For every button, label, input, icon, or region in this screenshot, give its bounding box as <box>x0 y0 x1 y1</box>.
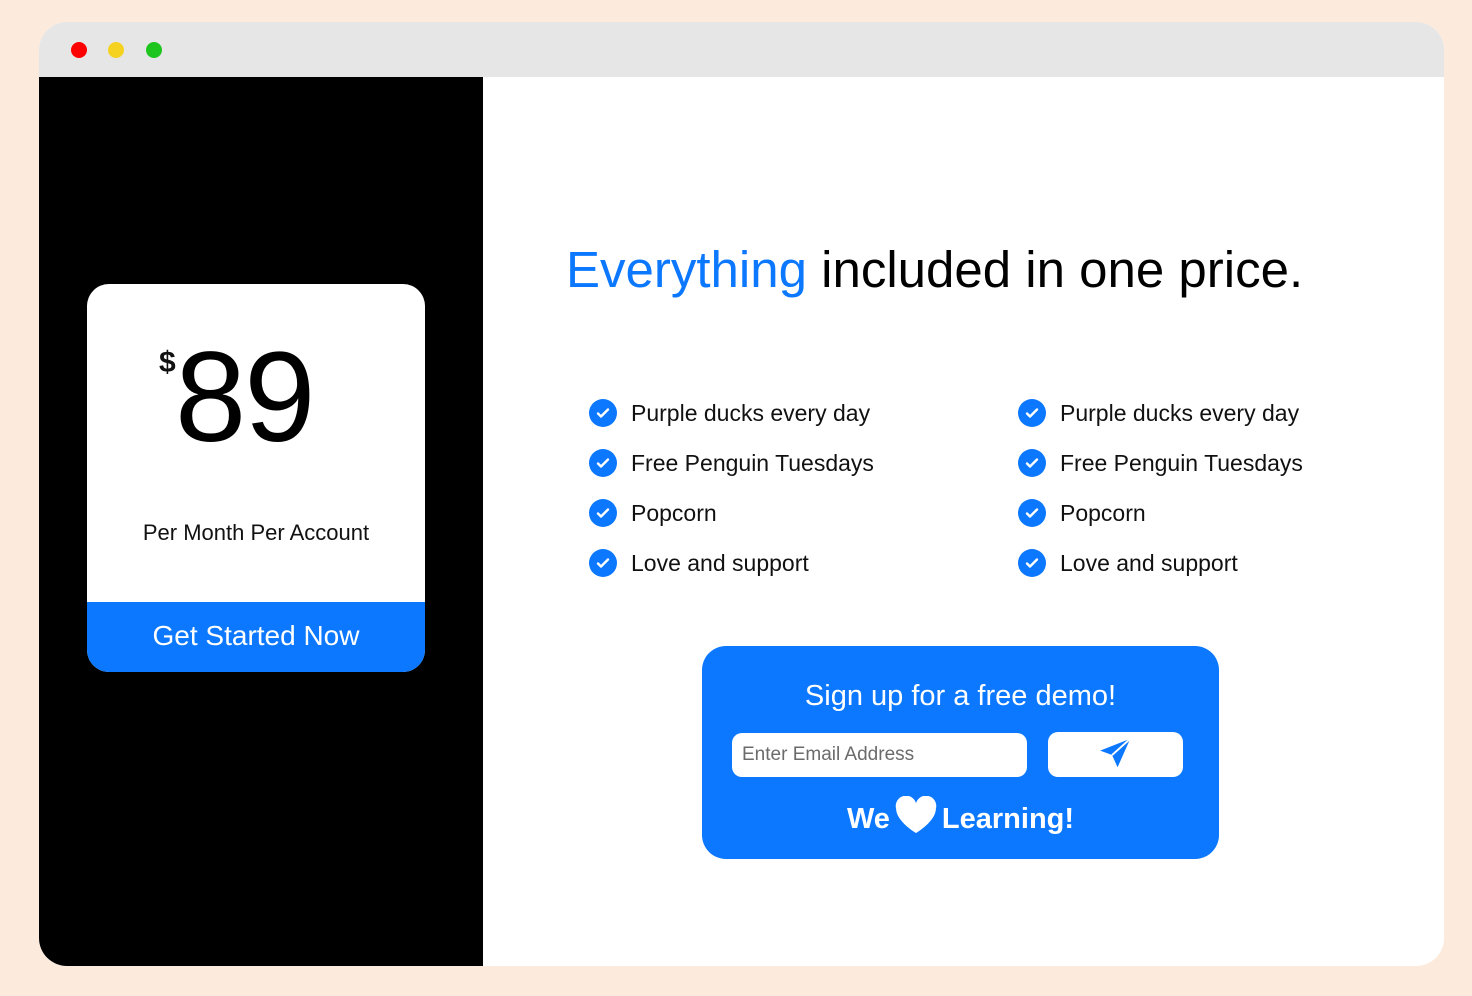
feature-label: Purple ducks every day <box>631 399 871 426</box>
feature-item: Purple ducks every day <box>589 388 874 438</box>
feature-label: Popcorn <box>631 499 717 526</box>
price-period: Per Month Per Account <box>142 520 370 545</box>
tagline-start: We <box>846 802 890 835</box>
tagline: We Learning! <box>702 795 1219 842</box>
send-icon <box>1097 734 1135 775</box>
page-headline: Everything included in one price. <box>566 240 1386 299</box>
feature-label: Popcorn <box>1060 499 1146 526</box>
feature-label: Love and support <box>631 549 809 576</box>
feature-label: Free Penguin Tuesdays <box>1060 449 1303 476</box>
check-circle-icon <box>589 449 617 477</box>
email-input[interactable] <box>732 733 1027 777</box>
feature-item: Popcorn <box>1018 488 1303 538</box>
feature-list-right: Purple ducks every day Free Penguin Tues… <box>1018 388 1303 588</box>
feature-item: Free Penguin Tuesdays <box>1018 438 1303 488</box>
feature-item: Love and support <box>589 538 874 588</box>
tagline-end: Learning! <box>941 802 1075 835</box>
feature-item: Popcorn <box>589 488 874 538</box>
check-circle-icon <box>1018 549 1046 577</box>
get-started-button[interactable]: Get Started Now <box>87 602 425 672</box>
feature-label: Love and support <box>1060 549 1238 576</box>
close-window-button[interactable] <box>71 42 87 58</box>
maximize-window-button[interactable] <box>146 42 162 58</box>
feature-label: Free Penguin Tuesdays <box>631 449 874 476</box>
check-circle-icon <box>589 399 617 427</box>
check-circle-icon <box>1018 449 1046 477</box>
send-button[interactable] <box>1048 732 1183 777</box>
check-circle-icon <box>1018 499 1046 527</box>
check-circle-icon <box>589 549 617 577</box>
signup-box: Sign up for a free demo! We Learning! <box>702 646 1219 859</box>
price-card: $ 89 Per Month Per Account Get Started N… <box>87 284 425 672</box>
price-currency: $ <box>159 346 176 379</box>
title-bar <box>39 22 1444 77</box>
check-circle-icon <box>1018 399 1046 427</box>
feature-item: Free Penguin Tuesdays <box>589 438 874 488</box>
headline-text: included in one price. <box>806 241 1304 298</box>
feature-list-left: Purple ducks every day Free Penguin Tues… <box>589 388 874 588</box>
feature-item: Love and support <box>1018 538 1303 588</box>
minimize-window-button[interactable] <box>108 42 124 58</box>
browser-window: $ 89 Per Month Per Account Get Started N… <box>39 22 1444 966</box>
check-circle-icon <box>589 499 617 527</box>
price-amount: 89 <box>175 326 315 469</box>
heart-icon <box>894 795 938 842</box>
headline-accent: Everything <box>566 241 807 298</box>
signup-title: Sign up for a free demo! <box>804 680 1117 712</box>
feature-item: Purple ducks every day <box>1018 388 1303 438</box>
feature-label: Purple ducks every day <box>1060 399 1300 426</box>
